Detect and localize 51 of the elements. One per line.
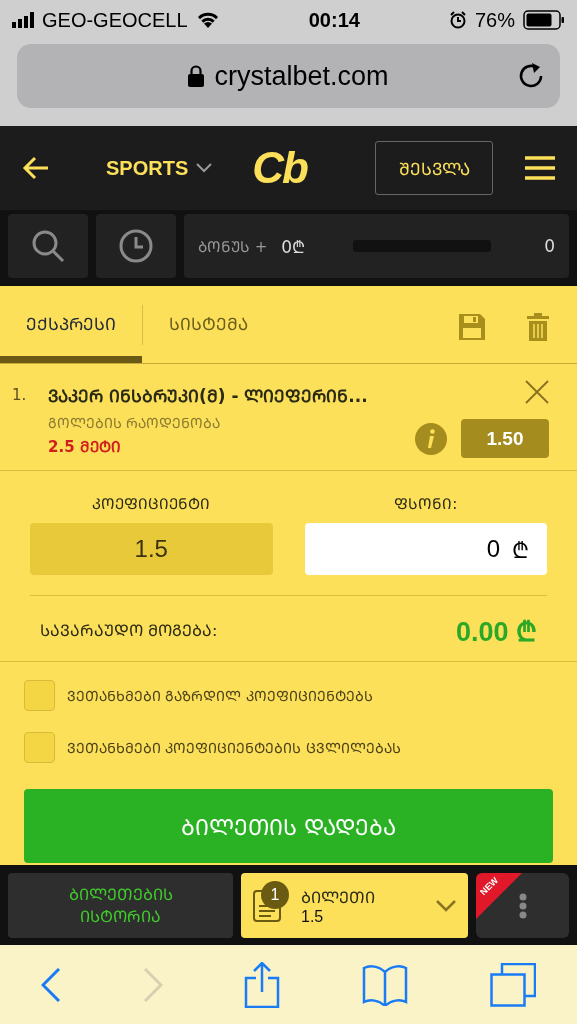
- signal-icon: [12, 12, 34, 28]
- potential-win-amount: 0.00 ₾: [455, 615, 537, 649]
- clock-icon: [119, 229, 153, 263]
- sports-dropdown[interactable]: SPORTS: [106, 156, 213, 180]
- bet-slip-button[interactable]: 1 ᲑᲘᲚᲔᲗᲘ 1.5: [241, 873, 468, 938]
- bet-number: 1.: [12, 385, 28, 406]
- checkbox[interactable]: [24, 732, 55, 763]
- alarm-icon: [449, 11, 467, 29]
- search-button[interactable]: [8, 214, 88, 278]
- checkbox-label: ᲕᲔᲗᲐᲜᲮᲛᲔᲑᲘ ᲙᲝᲔᲤᲘᲪᲘᲔᲜᲢᲔᲑᲘᲡ ᲪᲕᲚᲘᲚᲔᲑᲐᲡ: [67, 739, 401, 757]
- checkbox-label: ᲕᲔᲗᲐᲜᲮᲛᲔᲑᲘ ᲒᲐᲖᲠᲓᲘᲚ ᲙᲝᲔᲤᲘᲪᲘᲔᲜᲢᲔᲑᲡ: [67, 687, 373, 705]
- site-logo[interactable]: Cb: [252, 143, 307, 193]
- chevron-down-icon: [436, 899, 456, 912]
- market-name: ᲒᲝᲚᲔᲑᲘᲡ ᲠᲐᲝᲓᲔᲜᲝᲑᲐ: [48, 414, 222, 432]
- slip-count-badge: 1: [261, 881, 289, 909]
- bet-history-button[interactable]: ᲑᲘᲚᲔᲗᲔᲑᲘᲡ ᲘᲡᲢᲝᲠᲘᲐ: [8, 873, 233, 938]
- address-bar[interactable]: crystalbet.com: [17, 44, 560, 108]
- tab[interactable]: ᲡᲘᲡᲢᲔᲛᲐ: [143, 291, 274, 363]
- login-button[interactable]: ᲨᲔᲡᲕᲚᲐ: [375, 141, 493, 195]
- carrier-name: GEO-GEOCELL: [42, 8, 188, 32]
- bonus-count: 0: [544, 236, 555, 256]
- close-icon[interactable]: [525, 380, 549, 404]
- trash-icon[interactable]: [527, 313, 549, 341]
- clock-time: 00:14: [308, 8, 360, 32]
- battery-icon: [523, 10, 565, 30]
- bonus-amount: 0₾: [281, 235, 306, 258]
- bet-outcome: 2.5 ᲛᲔᲢᲘ: [48, 437, 122, 456]
- more-icon: [518, 892, 527, 919]
- share-icon[interactable]: [244, 961, 281, 1008]
- battery-percentage: 76%: [475, 8, 515, 32]
- wifi-icon: [195, 11, 220, 29]
- tab[interactable]: ᲔᲥᲡᲞᲠᲔᲡᲘ: [0, 291, 142, 363]
- back-arrow-icon[interactable]: [22, 156, 50, 180]
- chevron-down-icon: [196, 163, 213, 173]
- search-icon: [31, 229, 65, 263]
- tabs-icon[interactable]: [490, 962, 537, 1007]
- match-name: ᲕᲐᲙᲔᲠ ᲘᲜᲡᲑᲠᲣᲙᲘ(Მ) - ᲚᲘᲔᲤᲔᲠᲘᲜ...: [48, 385, 369, 407]
- potential-win-label: ᲡᲐᲕᲐᲠᲐᲣᲓᲝ ᲛᲝᲒᲔᲑᲐ:: [40, 620, 218, 641]
- menu-icon[interactable]: [525, 156, 555, 180]
- info-icon[interactable]: [415, 422, 447, 455]
- save-icon[interactable]: [459, 314, 485, 340]
- odds-label: ᲙᲝᲔᲤᲘᲪᲘᲔᲜᲢᲘ: [92, 494, 211, 513]
- total-odds: 1.5: [30, 523, 273, 575]
- history-clock-button[interactable]: [96, 214, 176, 278]
- lock-icon: [188, 65, 205, 87]
- checkbox[interactable]: [24, 680, 55, 711]
- back-icon[interactable]: [40, 967, 61, 1002]
- bookmarks-icon[interactable]: [362, 963, 409, 1006]
- bonus-label: ᲑᲝᲜᲣᲡ +: [198, 237, 268, 256]
- stake-input-field[interactable]: 0 ₾: [304, 523, 547, 575]
- stake-label: ᲤᲡᲝᲜᲘ:: [394, 494, 458, 513]
